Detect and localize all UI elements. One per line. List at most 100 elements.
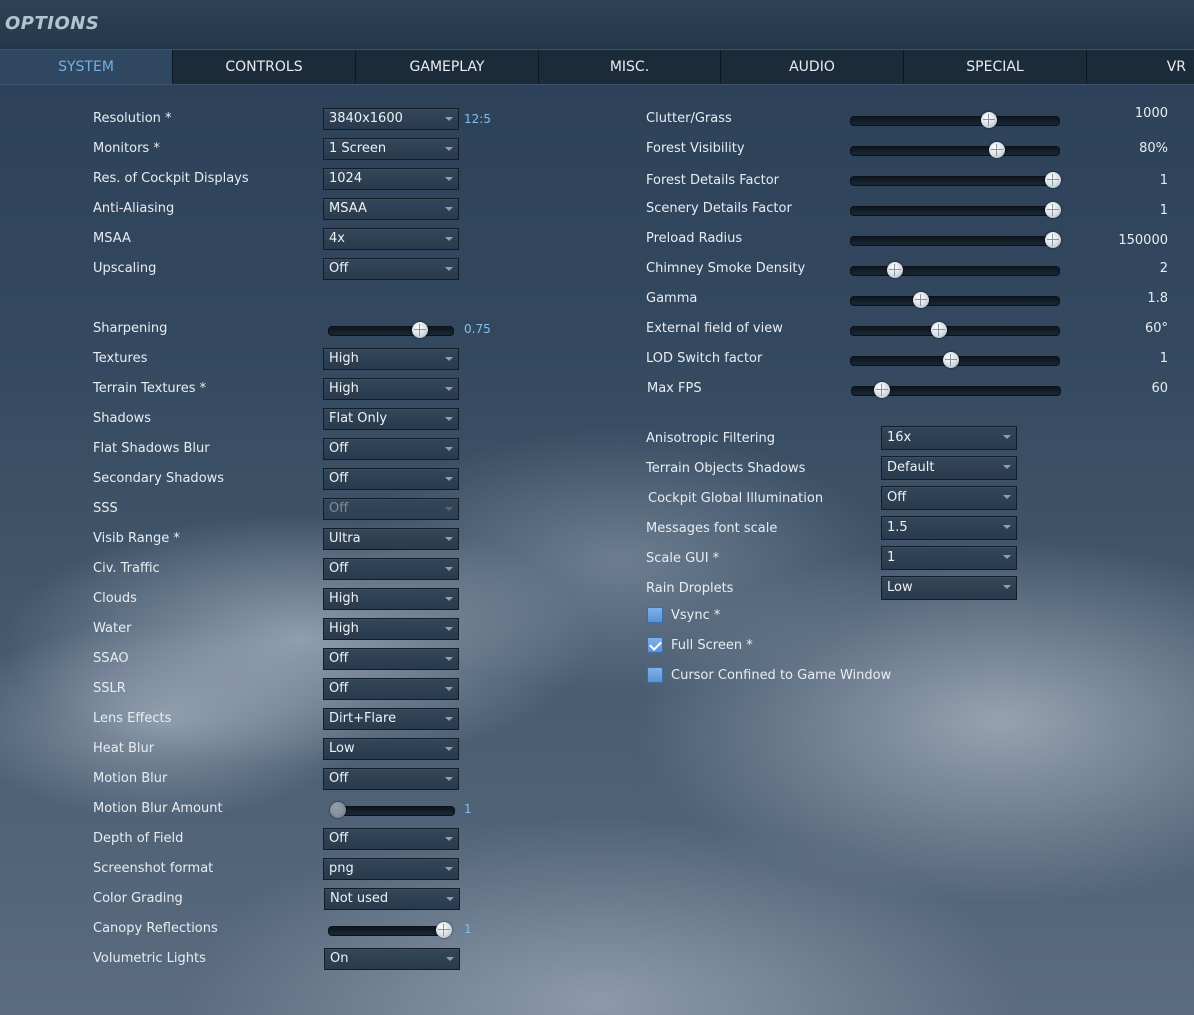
terrain-obj-shadows-dropdown[interactable]: Default xyxy=(881,456,1017,480)
scale-gui-value: 1 xyxy=(887,550,896,565)
slider-knob[interactable] xyxy=(874,382,890,398)
slider-knob[interactable] xyxy=(989,142,1005,158)
messages-font-dropdown[interactable]: 1.5 xyxy=(881,516,1017,540)
cockpit-gi-dropdown[interactable]: Off xyxy=(881,486,1017,510)
heat-blur-dropdown[interactable]: Low xyxy=(323,738,459,760)
slider-knob[interactable] xyxy=(1045,172,1061,188)
forest-details-slider[interactable] xyxy=(850,172,1061,188)
volumetric-lights-value: On xyxy=(330,951,349,966)
preload-radius-slider[interactable] xyxy=(850,232,1061,248)
lod-switch-slider[interactable] xyxy=(850,352,1060,368)
slider-knob[interactable] xyxy=(887,262,903,278)
flat-shadows-blur-dropdown[interactable]: Off xyxy=(323,438,459,460)
shadows-dropdown[interactable]: Flat Only xyxy=(323,408,459,430)
gamma-slider[interactable] xyxy=(850,292,1060,308)
color-grading-dropdown[interactable]: Not used xyxy=(324,888,460,910)
scale-gui-label: Scale GUI * xyxy=(646,551,720,566)
tab-controls[interactable]: CONTROLS xyxy=(173,50,356,84)
tab-vr[interactable]: VR xyxy=(1087,50,1194,84)
slider-track xyxy=(850,326,1060,336)
textures-dropdown[interactable]: High xyxy=(323,348,459,370)
canopy-reflections-slider[interactable] xyxy=(328,922,452,938)
external-fov-slider[interactable] xyxy=(850,322,1060,338)
forest-details-value: 1 xyxy=(1159,173,1168,188)
chevron-down-icon xyxy=(445,537,453,541)
rain-droplets-dropdown[interactable]: Low xyxy=(881,576,1017,600)
chevron-down-icon xyxy=(445,837,453,841)
full-screen-checkbox[interactable] xyxy=(647,637,663,653)
messages-font-value: 1.5 xyxy=(887,520,908,535)
tab-special[interactable]: SPECIAL xyxy=(904,50,1087,84)
max-fps-slider[interactable] xyxy=(851,382,1061,398)
chimney-smoke-slider[interactable] xyxy=(850,262,1060,278)
sharpening-slider[interactable] xyxy=(328,322,454,338)
chevron-down-icon xyxy=(445,237,453,241)
slider-knob[interactable] xyxy=(931,322,947,338)
slider-knob[interactable] xyxy=(412,322,428,338)
slider-knob[interactable] xyxy=(436,922,452,938)
motion-blur-amount-slider xyxy=(330,802,455,818)
chevron-down-icon xyxy=(445,657,453,661)
forest-visibility-slider[interactable] xyxy=(850,142,1060,158)
slider-knob[interactable] xyxy=(981,112,997,128)
cursor-confined-checkbox[interactable] xyxy=(647,667,663,683)
clutter-grass-slider[interactable] xyxy=(850,112,1060,128)
cursor-confined-label: Cursor Confined to Game Window xyxy=(671,668,892,683)
clouds-dropdown[interactable]: High xyxy=(323,588,459,610)
sslr-dropdown[interactable]: Off xyxy=(323,678,459,700)
slider-knob[interactable] xyxy=(1045,202,1061,218)
color-grading-label: Color Grading xyxy=(93,891,183,906)
scenery-details-slider[interactable] xyxy=(850,202,1061,218)
slider-knob[interactable] xyxy=(943,352,959,368)
tab-audio[interactable]: AUDIO xyxy=(721,50,904,84)
vsync-checkbox[interactable] xyxy=(647,607,663,623)
clutter-grass-label: Clutter/Grass xyxy=(646,111,732,126)
ssao-dropdown[interactable]: Off xyxy=(323,648,459,670)
slider-track xyxy=(850,236,1060,246)
depth-of-field-dropdown[interactable]: Off xyxy=(323,828,459,850)
resolution-label: Resolution * xyxy=(93,111,172,126)
chevron-down-icon xyxy=(445,147,453,151)
forest-visibility-value: 80% xyxy=(1139,141,1168,156)
lod-switch-value: 1 xyxy=(1159,351,1168,366)
gamma-label: Gamma xyxy=(646,291,698,306)
scenery-details-value: 1 xyxy=(1159,203,1168,218)
tab-misc[interactable]: MISC. xyxy=(539,50,721,84)
forest-details-label: Forest Details Factor xyxy=(646,173,780,188)
anisotropic-dropdown[interactable]: 16x xyxy=(881,426,1017,450)
anti-aliasing-value: MSAA xyxy=(329,201,367,216)
lens-effects-label: Lens Effects xyxy=(93,711,172,726)
terrain-textures-label: Terrain Textures * xyxy=(93,381,207,396)
water-dropdown[interactable]: High xyxy=(323,618,459,640)
slider-knob[interactable] xyxy=(913,292,929,308)
resolution-dropdown[interactable]: 3840x1600 xyxy=(323,108,459,130)
upscaling-dropdown[interactable]: Off xyxy=(323,258,459,280)
volumetric-lights-dropdown[interactable]: On xyxy=(324,948,460,970)
secondary-shadows-dropdown[interactable]: Off xyxy=(323,468,459,490)
visib-range-dropdown[interactable]: Ultra xyxy=(323,528,459,550)
slider-track xyxy=(850,176,1060,186)
cockpit-displays-dropdown[interactable]: 1024 xyxy=(323,168,459,190)
anti-aliasing-dropdown[interactable]: MSAA xyxy=(323,198,459,220)
motion-blur-dropdown[interactable]: Off xyxy=(323,768,459,790)
preload-radius-value: 150000 xyxy=(1118,233,1168,248)
msaa-dropdown[interactable]: 4x xyxy=(323,228,459,250)
tab-system[interactable]: SYSTEM xyxy=(0,50,173,84)
rain-droplets-label: Rain Droplets xyxy=(646,581,734,596)
slider-knob[interactable] xyxy=(1045,232,1061,248)
chevron-down-icon xyxy=(446,957,454,961)
tab-gameplay[interactable]: GAMEPLAY xyxy=(356,50,539,84)
msaa-value: 4x xyxy=(329,231,345,246)
civ-traffic-dropdown[interactable]: Off xyxy=(323,558,459,580)
screenshot-format-dropdown[interactable]: png xyxy=(323,858,459,880)
chevron-down-icon xyxy=(445,117,453,121)
checkmark-icon xyxy=(649,638,662,651)
chevron-down-icon xyxy=(445,447,453,451)
chevron-down-icon xyxy=(445,597,453,601)
screenshot-format-label: Screenshot format xyxy=(93,861,214,876)
scale-gui-dropdown[interactable]: 1 xyxy=(881,546,1017,570)
monitors-dropdown[interactable]: 1 Screen xyxy=(323,138,459,160)
lens-effects-dropdown[interactable]: Dirt+Flare xyxy=(323,708,459,730)
chevron-down-icon xyxy=(445,747,453,751)
terrain-textures-dropdown[interactable]: High xyxy=(323,378,459,400)
